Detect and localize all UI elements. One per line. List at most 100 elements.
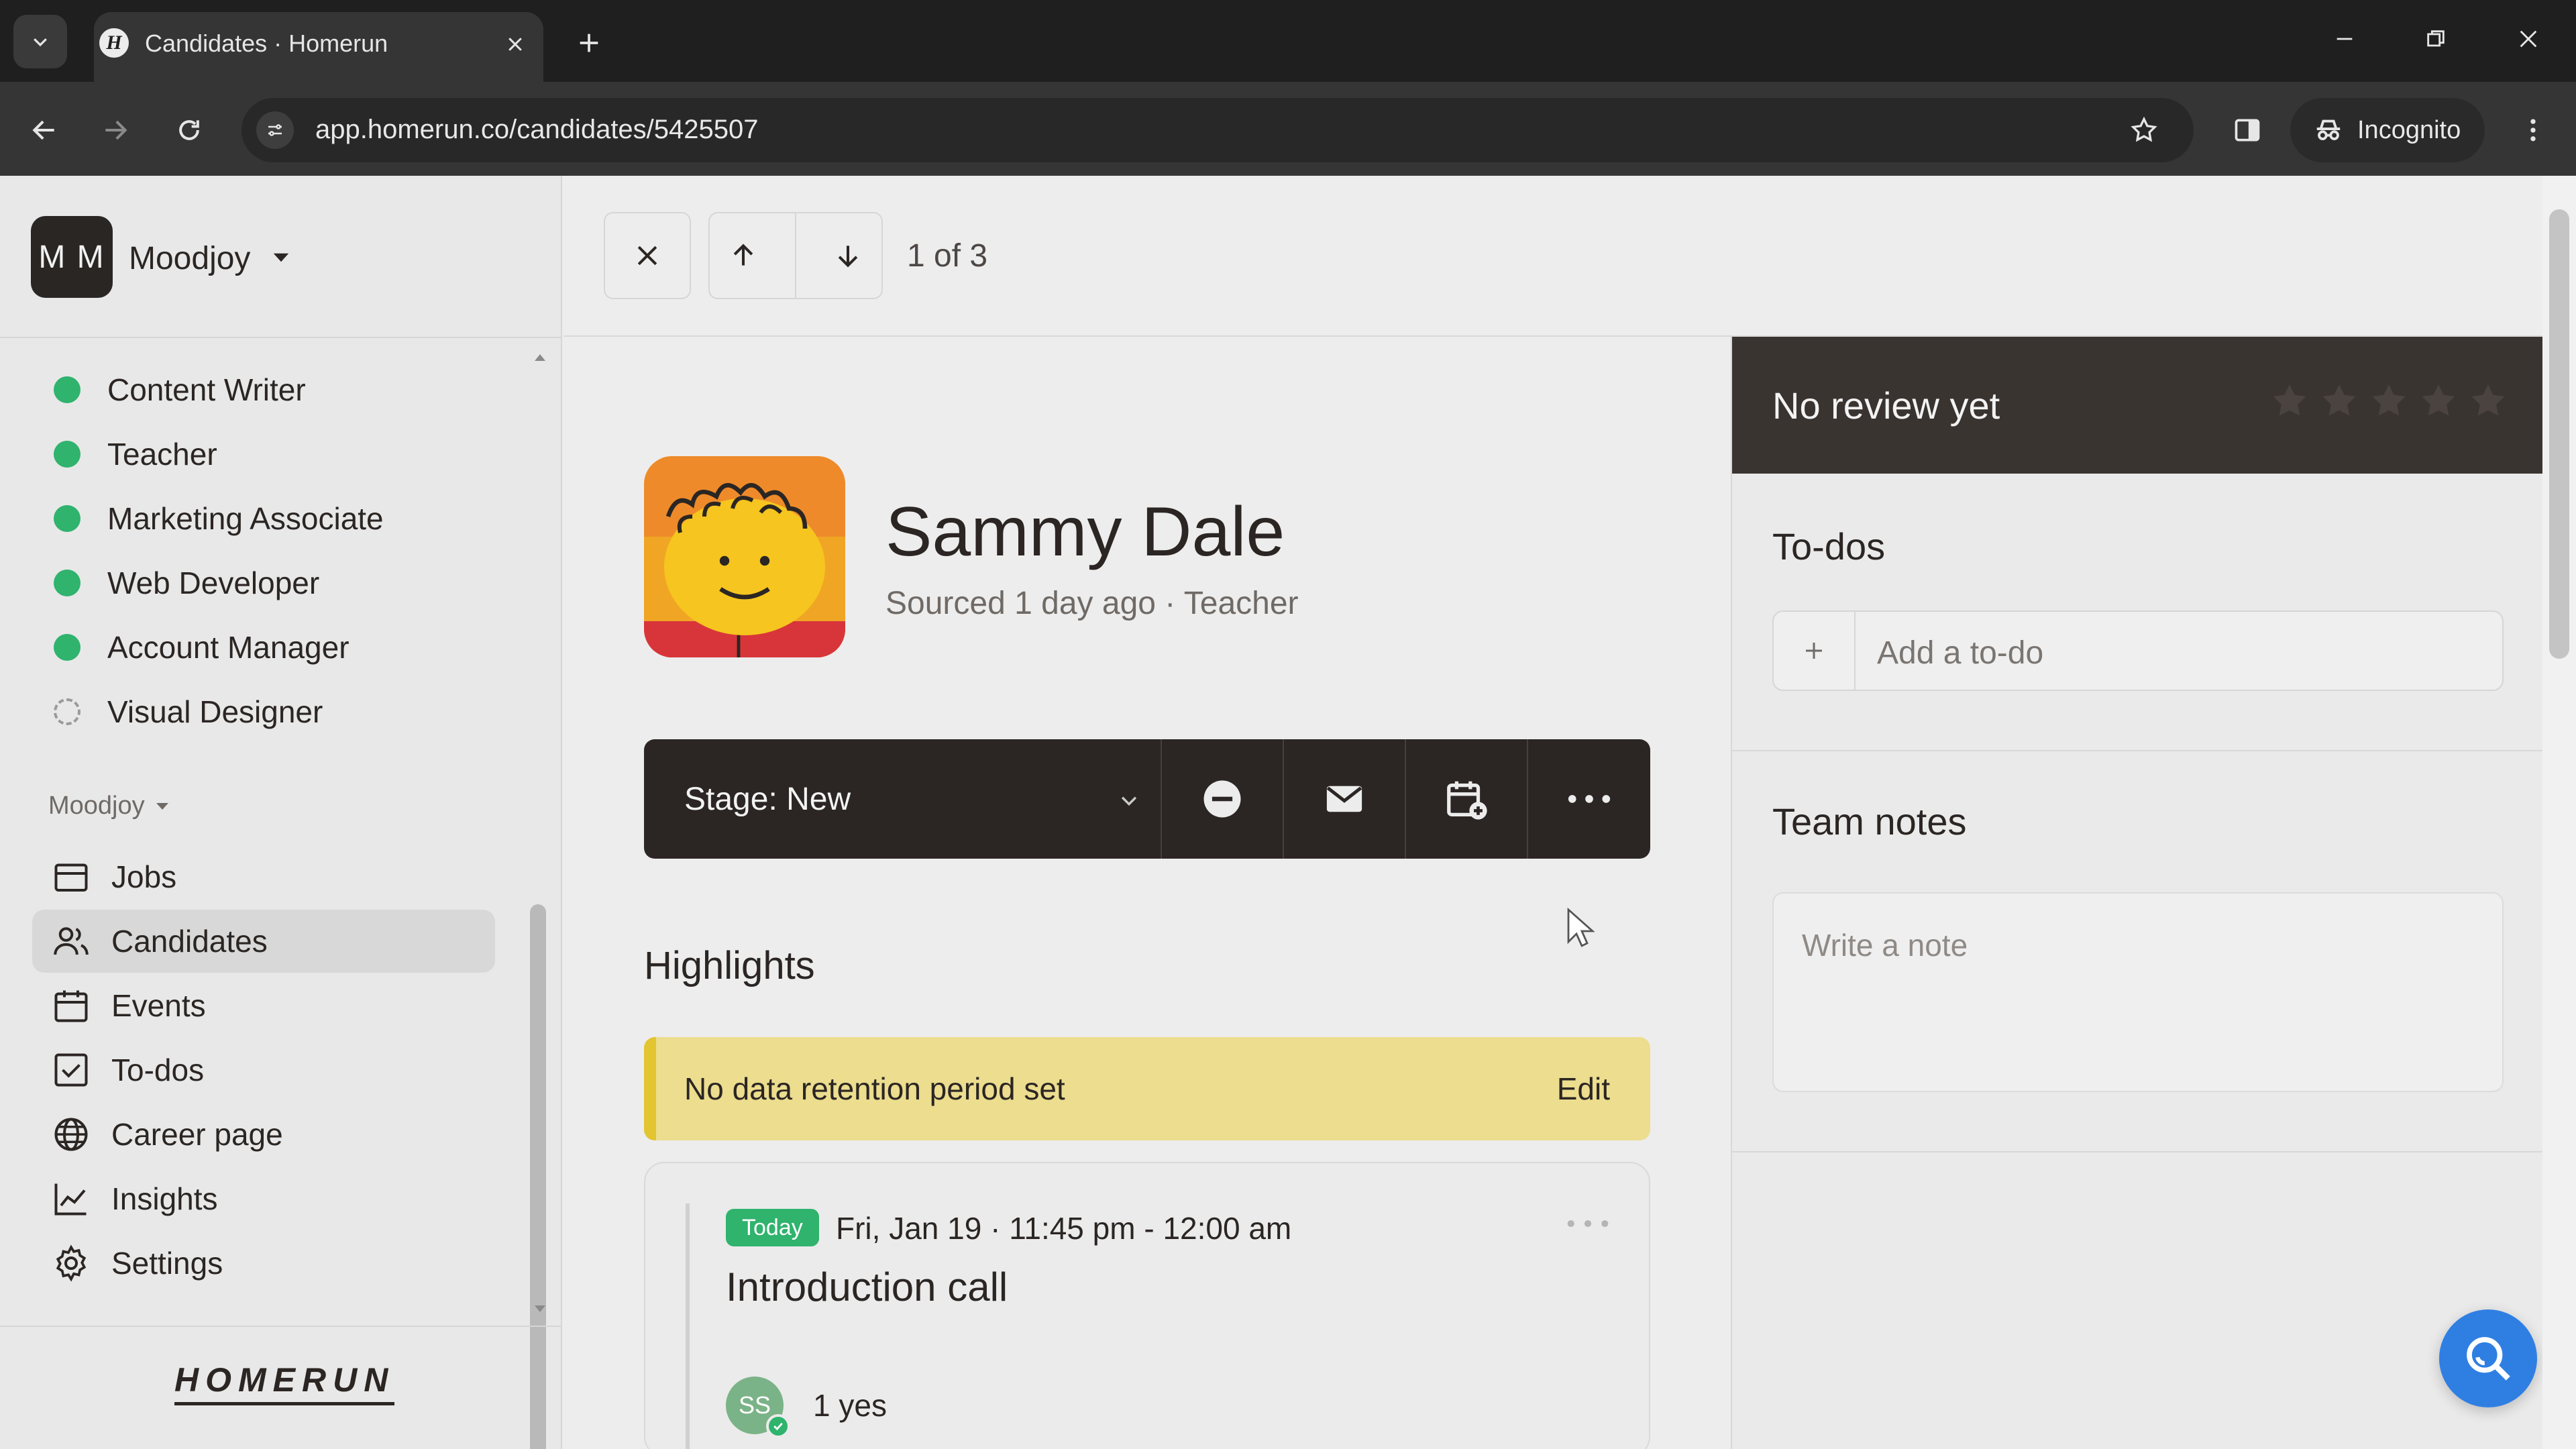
review-header: No review yet <box>1732 337 2544 474</box>
tab-search-button[interactable] <box>13 15 67 68</box>
calendar-add-icon <box>1447 781 1487 820</box>
job-label: Marketing Associate <box>107 501 384 536</box>
homerun-logo: HOMERUN <box>174 1360 395 1405</box>
sidebar-job-content-writer[interactable]: Content Writer <box>54 366 306 413</box>
candidate-name: Sammy Dale <box>885 493 1285 571</box>
star-icon[interactable] <box>2418 381 2459 423</box>
disqualify-button[interactable] <box>1162 739 1284 859</box>
team-note-textarea[interactable]: Write a note <box>1772 892 2504 1092</box>
star-icon[interactable] <box>2318 381 2360 423</box>
more-vertical-icon <box>2530 119 2536 142</box>
arrow-right-icon <box>105 120 127 140</box>
minimize-button[interactable] <box>2314 17 2375 60</box>
restore-button[interactable] <box>2406 17 2466 60</box>
forward-button[interactable] <box>91 106 140 154</box>
checkbox-icon <box>54 1053 88 1087</box>
chart-icon <box>54 1183 87 1216</box>
more-horizontal-icon <box>1568 795 1611 803</box>
sidebar-job-teacher[interactable]: Teacher <box>54 431 217 478</box>
sidebar-item-settings[interactable]: Settings <box>32 1232 495 1295</box>
check-icon <box>766 1414 790 1438</box>
sidebar-item-candidates[interactable]: Candidates <box>32 910 495 973</box>
retention-edit-button[interactable]: Edit <box>1557 1071 1610 1107</box>
close-candidate-button[interactable] <box>604 212 691 299</box>
minus-circle-icon <box>1203 780 1241 818</box>
star-icon[interactable] <box>2269 381 2310 423</box>
window-close-button[interactable] <box>2498 17 2559 60</box>
workspace-name[interactable]: Moodjoy <box>129 240 250 277</box>
tab-close-button[interactable] <box>496 25 534 63</box>
candidate-avatar <box>644 456 845 657</box>
arrow-up-icon[interactable] <box>729 241 758 270</box>
close-icon <box>2520 30 2537 48</box>
sidebar-job-visual-designer[interactable]: Visual Designer <box>54 688 323 735</box>
stage-select[interactable]: Stage: New <box>644 739 1162 859</box>
globe-icon <box>54 1118 88 1151</box>
panel-divider <box>1732 750 2544 751</box>
star-icon[interactable] <box>2368 381 2410 423</box>
schedule-event-button[interactable] <box>1406 739 1528 859</box>
team-note-placeholder: Write a note <box>1802 928 1968 963</box>
caret-down-icon[interactable] <box>271 251 291 264</box>
new-tab-button[interactable] <box>568 21 610 64</box>
reload-button[interactable] <box>165 106 213 154</box>
arrow-down-icon[interactable] <box>833 241 863 270</box>
more-horizontal-icon <box>1567 1220 1609 1228</box>
bookmark-button[interactable] <box>2125 111 2163 149</box>
sidebar-job-web-developer[interactable]: Web Developer <box>54 559 319 606</box>
more-actions-button[interactable] <box>1528 739 1650 859</box>
retention-text: No data retention period set <box>684 1071 1065 1106</box>
side-panel-button[interactable] <box>2223 106 2271 154</box>
help-search-button[interactable] <box>2439 1309 2537 1407</box>
sidebar-item-insights[interactable]: Insights <box>32 1167 495 1230</box>
stage-label: Stage: New <box>684 781 851 817</box>
candidate-nav-bar: 1 of 3 <box>564 176 2542 337</box>
site-settings-icon[interactable] <box>256 111 294 149</box>
job-label: Teacher <box>107 437 217 472</box>
star-outline-icon <box>2131 116 2157 142</box>
incognito-badge[interactable]: Incognito <box>2290 98 2485 162</box>
address-bar[interactable]: app.homerun.co/candidates/5425507 <box>241 98 2194 162</box>
browser-tab[interactable]: H Candidates · Homerun <box>94 12 543 82</box>
sidebar-scrollbar-thumb[interactable] <box>530 904 546 1449</box>
job-label: Content Writer <box>107 372 306 407</box>
workspace-avatar[interactable]: M M <box>31 216 113 298</box>
section-label: Moodjoy <box>48 792 145 820</box>
sidebar-item-career-page[interactable]: Career page <box>32 1103 495 1166</box>
star-icon[interactable] <box>2467 381 2509 423</box>
sidebar-job-marketing-associate[interactable]: Marketing Associate <box>54 495 384 542</box>
candidate-action-bar: Stage: New <box>644 739 1650 859</box>
sidebar-item-events[interactable]: Events <box>32 974 495 1037</box>
sidebar-item-label: Candidates <box>111 924 268 959</box>
browser-menu-button[interactable] <box>2509 106 2557 154</box>
mouse-cursor-icon <box>1566 907 1595 950</box>
event-timeline-rail <box>686 1203 690 1449</box>
scroll-down-icon[interactable] <box>530 1296 550 1323</box>
job-status-draft-icon <box>54 698 80 725</box>
browser-tab-bar: H Candidates · Homerun <box>0 0 2576 82</box>
review-title: No review yet <box>1772 384 2000 427</box>
page-scrollbar-thumb[interactable] <box>2549 209 2569 659</box>
today-badge: Today <box>726 1209 819 1246</box>
tab-title: Candidates · Homerun <box>145 30 388 57</box>
email-button[interactable] <box>1284 739 1406 859</box>
reload-icon <box>179 120 199 140</box>
sidebar-item-label: Jobs <box>111 859 177 894</box>
page-scrollbar[interactable] <box>2542 176 2576 1449</box>
sidebar-item-jobs[interactable]: Jobs <box>32 845 495 908</box>
add-todo-button[interactable] <box>1774 612 1856 690</box>
job-label: Web Developer <box>107 566 320 600</box>
workspace-section-toggle[interactable]: Moodjoy <box>48 792 170 820</box>
scroll-up-icon[interactable] <box>530 343 550 370</box>
briefcase-icon <box>54 863 88 892</box>
homerun-favicon-icon: H <box>99 28 129 58</box>
event-menu-button[interactable] <box>1558 1203 1618 1244</box>
add-todo-input[interactable]: Add a to-do <box>1772 610 2504 691</box>
event-card[interactable]: Today Fri, Jan 19 · 11:45 pm - 12:00 am … <box>644 1162 1650 1449</box>
search-icon <box>2467 1337 2510 1381</box>
sidebar-item-label: Insights <box>111 1181 218 1216</box>
calendar-icon <box>54 990 88 1022</box>
sidebar-item-todos[interactable]: To-dos <box>32 1038 495 1102</box>
sidebar-job-account-manager[interactable]: Account Manager <box>54 624 350 671</box>
back-button[interactable] <box>20 106 68 154</box>
